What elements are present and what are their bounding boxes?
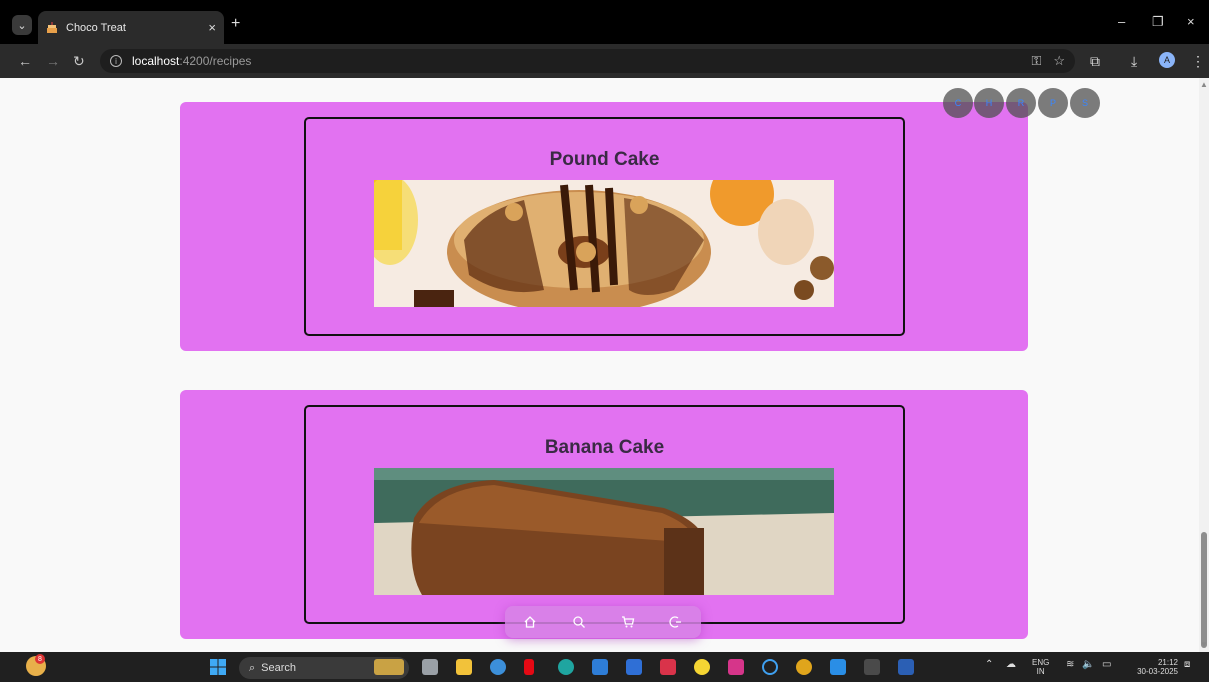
scrollbar-thumb[interactable] <box>1201 532 1207 648</box>
home-icon[interactable] <box>522 614 538 630</box>
tab-title: Choco Treat <box>66 21 126 34</box>
shortcut-h-button[interactable]: H <box>974 88 1004 118</box>
netflix-icon[interactable] <box>524 659 534 675</box>
language-indicator[interactable]: ENG IN <box>1032 658 1049 676</box>
cart-icon[interactable] <box>620 614 636 630</box>
notification-badge: 8 <box>35 654 45 664</box>
banana-cake-image <box>374 468 834 595</box>
browser-toolbar: ← → ↻ i localhost:4200/recipes ⚿ ☆ ⧉ ⤓ ⋮ <box>0 44 1209 78</box>
search-icon[interactable] <box>571 614 587 630</box>
taskbar-search-icon: ⌕ <box>249 661 256 674</box>
password-key-icon[interactable]: ⚿ <box>1031 53 1041 69</box>
profile-avatar[interactable]: A <box>1159 52 1175 68</box>
clock[interactable]: 21:12 30-03-2025 <box>1126 658 1178 676</box>
shortcut-c-button[interactable]: C <box>943 88 973 118</box>
forward-arrow-icon[interactable]: → <box>46 53 60 69</box>
reload-icon[interactable]: ↻ <box>73 53 85 69</box>
recipe-title: Banana Cake <box>544 437 665 458</box>
browser-tab-strip: ⌄ Choco Treat × + – ❐ × <box>0 0 1209 44</box>
tab-search-button[interactable]: ⌄ <box>12 15 32 35</box>
recipe-frame[interactable]: Pound Cake <box>304 117 905 336</box>
wifi-icon[interactable]: ≋ <box>1066 660 1074 670</box>
taskbar-search-label: Search <box>261 662 297 674</box>
minimize-button[interactable]: – <box>1118 14 1125 29</box>
recipe-frame[interactable]: Banana Cake <box>304 405 905 624</box>
download-icon[interactable]: ⤓ <box>1131 54 1137 68</box>
page-viewport: Pound Cake Banana Cake C H R P S ▲ ▼ <box>0 78 1209 652</box>
browser-menu-icon[interactable]: ⋮ <box>1191 54 1205 68</box>
word-icon[interactable] <box>898 659 914 675</box>
mcafee-icon[interactable] <box>660 659 676 675</box>
windows-start-icon[interactable] <box>210 659 226 675</box>
tray-cloud-icon[interactable]: ☁ <box>1006 660 1016 670</box>
recipe-card: Banana Cake <box>180 390 1028 639</box>
scroll-up-arrow-icon[interactable]: ▲ <box>1200 81 1208 89</box>
outlook-icon[interactable] <box>592 659 608 675</box>
vertical-scrollbar[interactable]: ▲ ▼ <box>1199 78 1209 652</box>
back-arrow-icon[interactable]: ← <box>18 53 32 69</box>
address-bar[interactable]: i localhost:4200/recipes ⚿ ☆ <box>100 49 1075 73</box>
file-explorer-icon[interactable] <box>456 659 472 675</box>
task-view-icon[interactable] <box>422 659 438 675</box>
instagram-icon[interactable] <box>728 659 744 675</box>
recipe-card: Pound Cake <box>180 102 1028 351</box>
linkedin-icon[interactable] <box>626 659 642 675</box>
vscode-icon[interactable] <box>830 659 846 675</box>
browser-tab[interactable]: Choco Treat × <box>38 11 224 44</box>
cortana-icon[interactable] <box>762 659 778 675</box>
site-info-icon[interactable]: i <box>110 55 122 67</box>
bookmark-star-icon[interactable]: ☆ <box>1053 53 1065 69</box>
logout-icon[interactable] <box>668 614 684 630</box>
notifications-icon[interactable]: ⧈ <box>1184 660 1190 670</box>
extensions-icon[interactable]: ⧉ <box>1090 54 1100 68</box>
shortcut-s-button[interactable]: S <box>1070 88 1100 118</box>
shortcut-p-button[interactable]: P <box>1038 88 1068 118</box>
scroll-down-arrow-icon[interactable]: ▼ <box>1200 641 1208 649</box>
url-path: :4200/recipes <box>179 54 252 68</box>
volume-icon[interactable]: 🔈 <box>1082 660 1094 670</box>
search-highlight-icon[interactable] <box>374 659 404 675</box>
url-host: localhost <box>132 54 180 68</box>
edge-icon[interactable] <box>558 659 574 675</box>
battery-icon[interactable]: ▭ <box>1102 660 1111 670</box>
tab-close-icon[interactable]: × <box>208 20 216 35</box>
tray-overflow-icon[interactable]: ⌃ <box>985 660 993 670</box>
shortcut-r-button[interactable]: R <box>1006 88 1036 118</box>
recipe-title: Pound Cake <box>549 149 660 170</box>
window-close-button[interactable]: × <box>1187 14 1195 29</box>
restore-button[interactable]: ❐ <box>1152 14 1164 30</box>
cake-favicon-icon <box>46 21 58 34</box>
snapchat-icon[interactable] <box>694 659 710 675</box>
new-tab-button[interactable]: + <box>231 15 240 33</box>
copilot-icon[interactable] <box>490 659 506 675</box>
pound-cake-image <box>374 180 834 307</box>
chrome-icon[interactable] <box>796 659 812 675</box>
bottom-navigation-bar <box>505 606 701 638</box>
windows-taskbar: 8 ⌕ Search ⌃ ☁ ENG IN ≋ 🔈 ▭ 21:12 30-03-… <box>0 652 1209 682</box>
terminal-icon[interactable] <box>864 659 880 675</box>
